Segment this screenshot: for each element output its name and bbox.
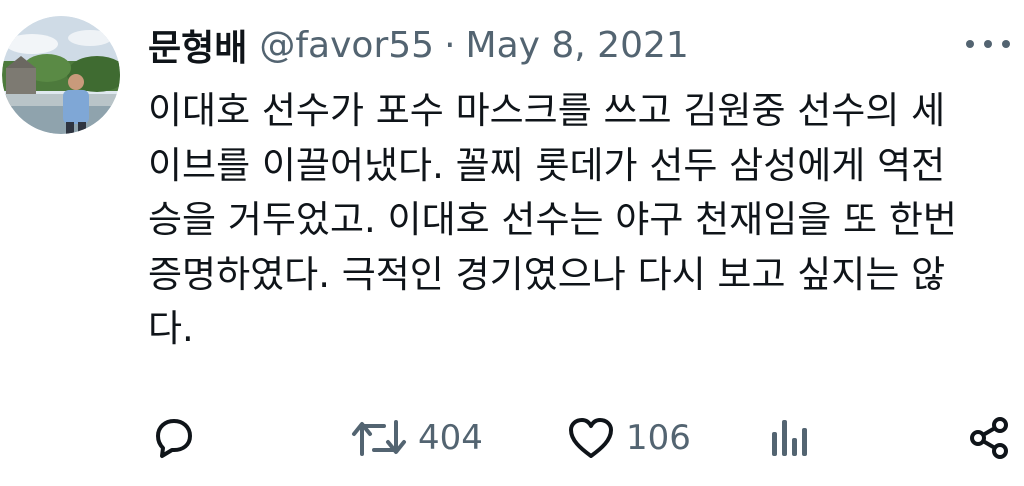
like-count: 106 (626, 418, 691, 458)
views-button[interactable] (768, 410, 812, 466)
tweet: 문형배 @favor55 · May 8, 2021 이대호 선수가 포수 마스… (0, 0, 1024, 486)
more-options-button[interactable] (960, 30, 1016, 58)
retweet-count: 404 (418, 418, 483, 458)
tweet-header: 문형배 @favor55 · May 8, 2021 (148, 20, 689, 70)
author-avatar[interactable] (2, 16, 120, 134)
more-icon (966, 40, 1010, 48)
share-icon (970, 417, 1008, 459)
reply-button[interactable] (150, 410, 198, 466)
share-button[interactable] (968, 410, 1012, 466)
retweet-button[interactable]: 404 (350, 410, 483, 466)
reply-icon (156, 419, 192, 458)
tweet-text-line: 이대호 선수가 포수 마스크를 쓰고 김원중 선수의 세 (148, 89, 946, 132)
tweet-date[interactable]: May 8, 2021 (466, 25, 689, 66)
avatar-photo (2, 16, 120, 134)
header-separator: · (444, 24, 456, 66)
tweet-action-bar: 404 106 (0, 410, 1024, 466)
retweet-icon (352, 420, 406, 456)
author-name[interactable]: 문형배 (148, 19, 247, 71)
tweet-text-line: 증명하였다. 극적인 경기였으나 다시 보고 싶지는 않 (148, 252, 946, 296)
tweet-text: 이대호 선수가 포수 마스크를 쓰고 김원중 선수의 세 이브를 이끌어냈다. … (148, 84, 1008, 357)
author-handle[interactable]: @favor55 (259, 25, 434, 66)
tweet-text-line: 승을 거두었고. 이대호 선수는 야구 천재임을 또 한번 (148, 198, 957, 241)
tweet-text-line: 이브를 이끌어냈다. 꼴찌 롯데가 선두 삼성에게 역전 (148, 143, 946, 187)
tweet-text-line: 다. (148, 307, 194, 350)
like-button[interactable]: 106 (566, 410, 691, 466)
heart-icon (569, 418, 613, 458)
views-icon (772, 420, 807, 456)
